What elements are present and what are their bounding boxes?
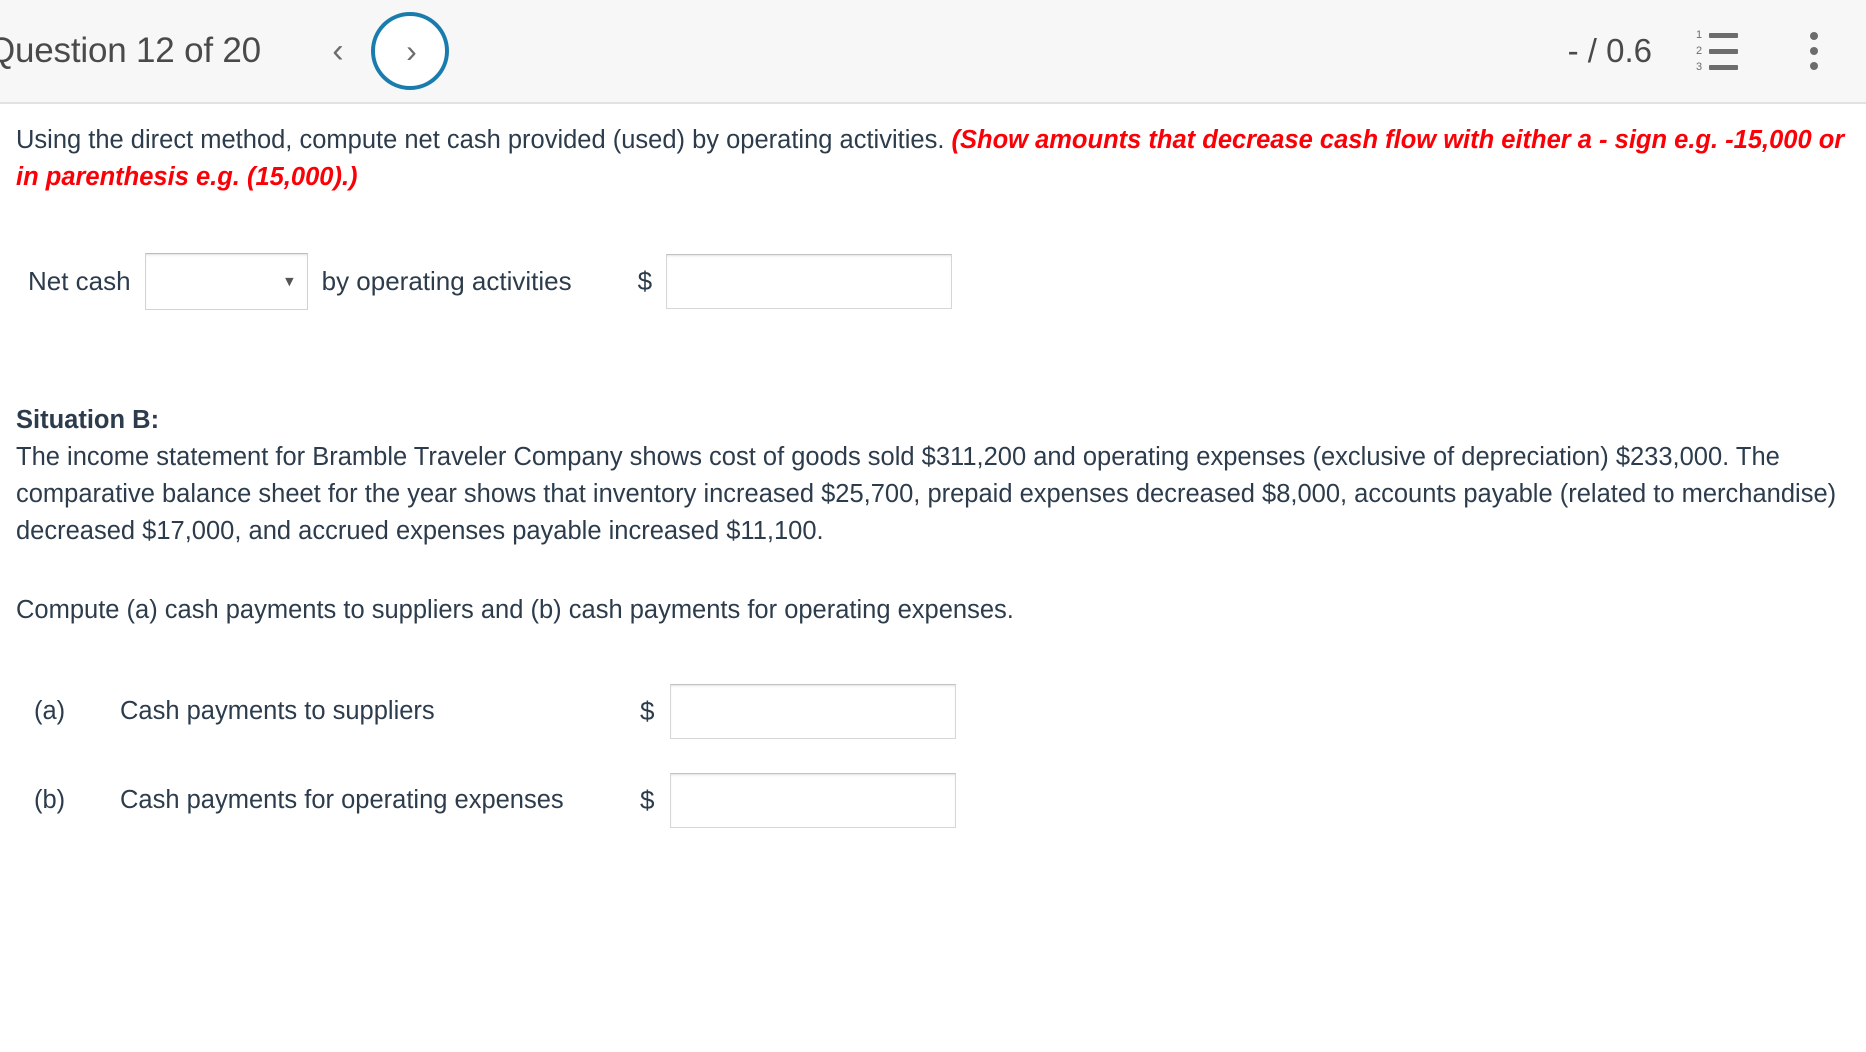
list-icon-row: 3 bbox=[1696, 60, 1742, 73]
kebab-dot bbox=[1810, 32, 1818, 40]
page-title: Question 12 of 20 bbox=[0, 31, 261, 70]
currency-symbol: $ bbox=[637, 266, 653, 297]
currency-symbol: $ bbox=[640, 696, 655, 727]
prompt-text: Using the direct method, compute net cas… bbox=[16, 126, 952, 154]
net-cash-label: Net cash bbox=[28, 266, 131, 297]
net-cash-amount-input[interactable] bbox=[666, 254, 953, 310]
answer-label: Cash payments to suppliers bbox=[120, 697, 435, 726]
answer-row-a: (a) Cash payments to suppliers $ bbox=[16, 684, 1850, 740]
chevron-left-icon[interactable]: ‹ bbox=[321, 24, 355, 78]
question-content: Using the direct method, compute net cas… bbox=[0, 122, 1866, 829]
situation-title: Situation B: bbox=[16, 406, 160, 435]
list-icon-number: 2 bbox=[1696, 44, 1703, 57]
next-question-button[interactable]: › bbox=[370, 12, 449, 90]
answer-marker: (b) bbox=[34, 786, 66, 815]
chevron-right-icon: › bbox=[406, 33, 417, 69]
question-header: Question 12 of 20 ‹ › - / 0.6 1 2 3 bbox=[0, 0, 1866, 104]
list-icon-bar bbox=[1709, 64, 1738, 70]
kebab-menu-icon[interactable] bbox=[1794, 27, 1834, 75]
kebab-dot bbox=[1810, 47, 1818, 55]
kebab-dot bbox=[1810, 62, 1818, 70]
question-navigation: ‹ › bbox=[321, 12, 449, 90]
net-cash-suffix-label: by operating activities bbox=[321, 266, 572, 297]
answer-label: Cash payments for operating expenses bbox=[120, 786, 564, 815]
net-cash-direction-select[interactable]: ▾ bbox=[144, 253, 308, 311]
numbered-list-icon[interactable]: 1 2 3 bbox=[1696, 28, 1742, 73]
list-icon-row: 2 bbox=[1696, 44, 1742, 57]
cash-payments-operating-expenses-input[interactable] bbox=[670, 773, 957, 829]
list-icon-number: 3 bbox=[1696, 60, 1703, 73]
prompt-paragraph: Using the direct method, compute net cas… bbox=[16, 122, 1850, 195]
answer-row-b: (b) Cash payments for operating expenses… bbox=[16, 773, 1850, 829]
list-icon-row: 1 bbox=[1696, 28, 1742, 41]
header-right-group: - / 0.6 1 2 3 bbox=[1568, 27, 1866, 75]
situation-body: The income statement for Bramble Travele… bbox=[16, 443, 1837, 545]
currency-symbol: $ bbox=[640, 785, 655, 816]
cash-payments-suppliers-input[interactable] bbox=[670, 684, 957, 740]
compute-instruction: Compute (a) cash payments to suppliers a… bbox=[16, 595, 1014, 624]
list-icon-number: 1 bbox=[1696, 28, 1703, 41]
score-display: - / 0.6 bbox=[1567, 32, 1652, 69]
list-icon-bar bbox=[1709, 48, 1738, 54]
situation-b-block: Situation B: The income statement for Br… bbox=[16, 406, 1850, 628]
net-cash-answer-row: Net cash ▾ by operating activities $ bbox=[16, 253, 1850, 311]
chevron-down-icon: ▾ bbox=[285, 271, 294, 291]
list-icon-bar bbox=[1709, 32, 1738, 38]
answer-marker: (a) bbox=[34, 697, 66, 726]
